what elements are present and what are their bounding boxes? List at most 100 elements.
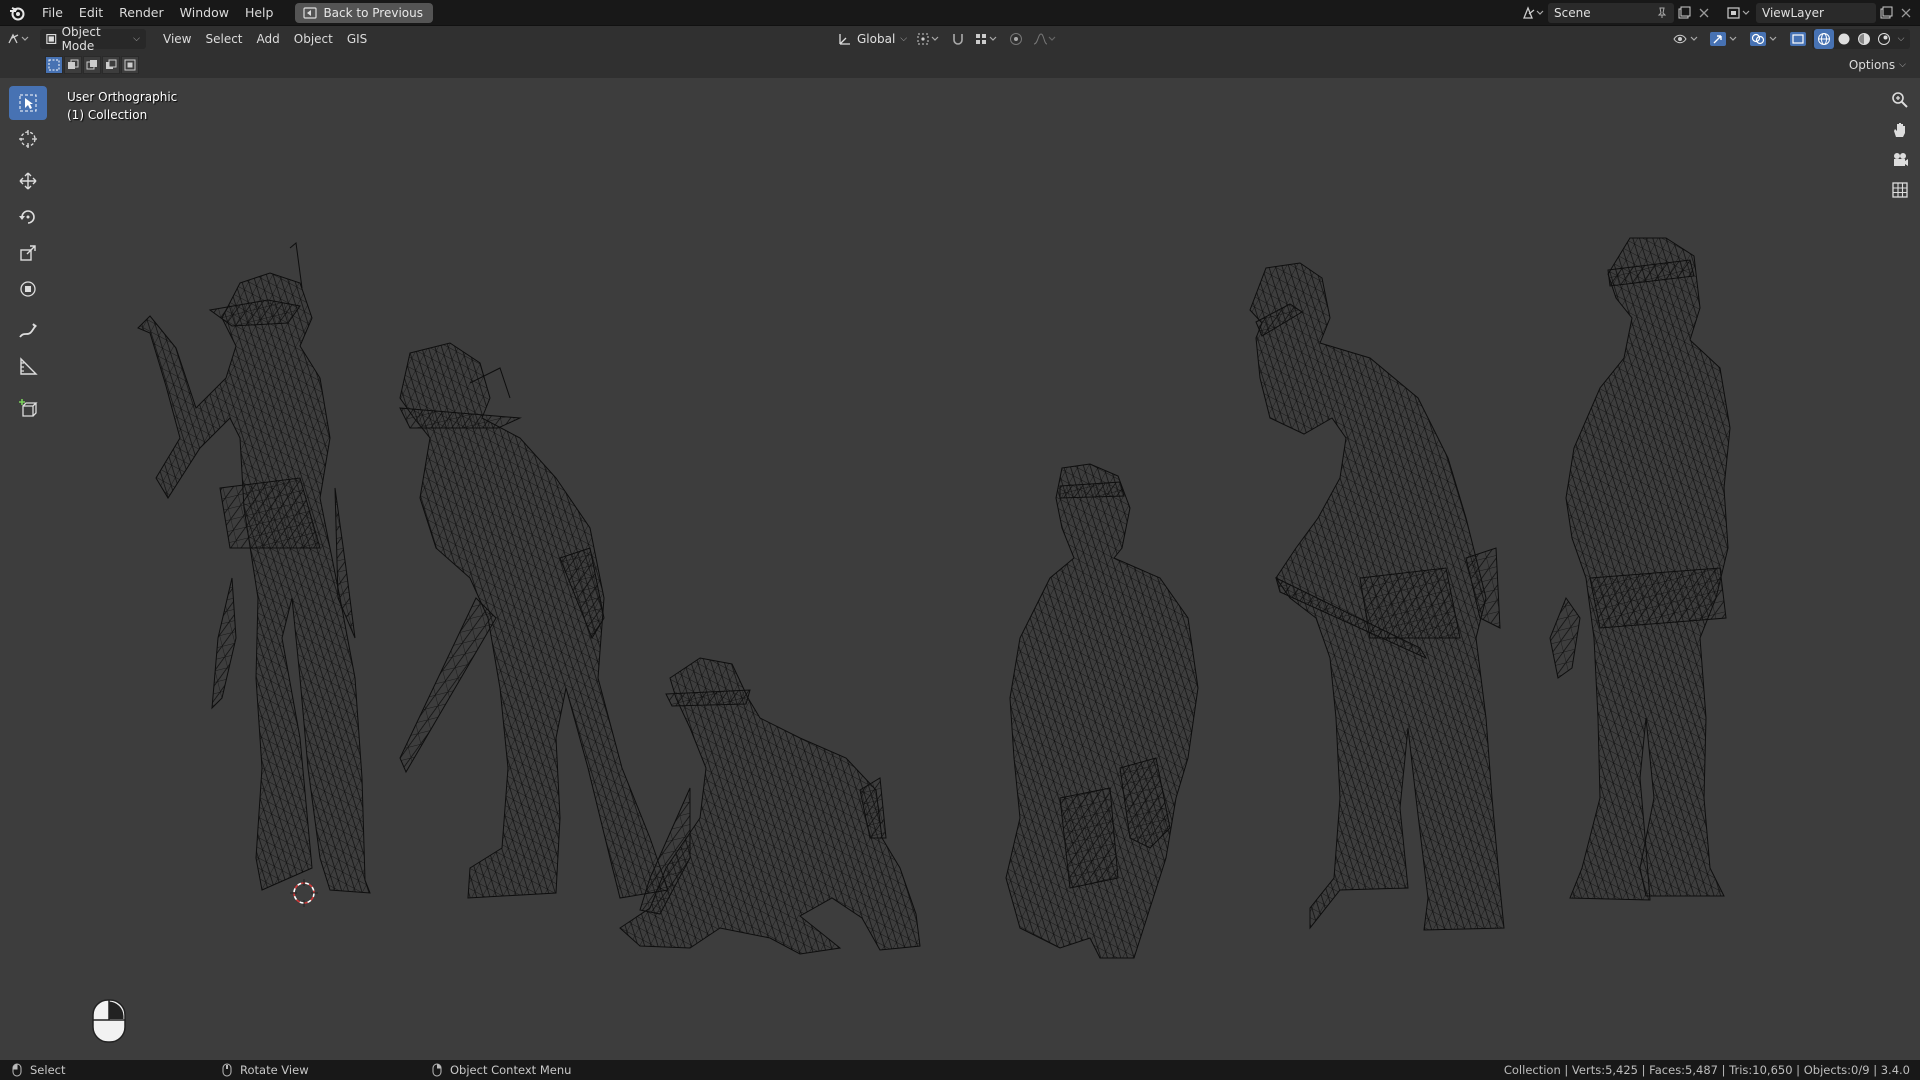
view-layer-type-icon[interactable] <box>1722 3 1756 23</box>
snap-increment-icon[interactable] <box>972 29 1002 49</box>
wireframe-figure-2[interactable] <box>399 342 669 899</box>
object-mode-dropdown[interactable]: Object Mode ⌵ <box>40 25 146 53</box>
mouse-right-icon <box>432 1063 442 1077</box>
wireframe-figure-3[interactable] <box>619 657 921 955</box>
mouse-left-icon <box>12 1063 22 1077</box>
menu-render[interactable]: Render <box>111 2 172 24</box>
solid-shading-icon[interactable] <box>1834 29 1854 49</box>
new-view-layer-icon[interactable] <box>1876 3 1896 23</box>
scale-tool-icon[interactable] <box>9 236 47 270</box>
chevron-down-icon: ⌵ <box>1899 60 1906 70</box>
select-intersect-icon[interactable] <box>121 56 139 74</box>
annotate-tool-icon[interactable] <box>9 314 47 348</box>
scene-selector-area: Scene ViewLayer <box>1518 0 1920 26</box>
measure-tool-icon[interactable] <box>9 350 47 384</box>
menu-window[interactable]: Window <box>172 2 237 24</box>
object-mode-label: Object Mode <box>61 25 101 53</box>
view-layer-field[interactable]: ViewLayer <box>1756 3 1876 23</box>
pin-icon[interactable] <box>1656 7 1668 19</box>
transform-tool-icon[interactable] <box>9 272 47 306</box>
select-mode-group <box>45 56 139 74</box>
proportional-edit-icon[interactable] <box>1006 29 1026 49</box>
options-dropdown[interactable]: Options ⌵ <box>1843 55 1912 75</box>
editor-type-icon[interactable] <box>0 29 40 49</box>
status-select-label: Select <box>30 1063 66 1077</box>
pan-view-hand-icon[interactable] <box>1888 118 1912 142</box>
scene-type-icon[interactable] <box>1518 3 1548 23</box>
overlays-toggle-icon[interactable] <box>1746 29 1784 49</box>
header-menu-add[interactable]: Add <box>250 28 287 50</box>
wireframe-figure-5[interactable] <box>1249 262 1505 931</box>
status-rotate-label: Rotate View <box>240 1063 309 1077</box>
object-mode-icon <box>46 34 57 44</box>
scene-name-field[interactable]: Scene <box>1548 3 1674 23</box>
select-subtract-icon[interactable] <box>83 56 101 74</box>
delete-view-layer-icon[interactable] <box>1896 3 1916 23</box>
top-menu-bar: File Edit Render Window Help Back to Pre… <box>0 0 1920 26</box>
wireframe-shading-icon[interactable] <box>1814 29 1834 49</box>
shading-options-chevron-icon[interactable]: ⌵ <box>1894 29 1908 49</box>
menu-edit[interactable]: Edit <box>71 2 111 24</box>
back-screen-icon <box>303 6 318 19</box>
wireframe-figures <box>137 237 1731 959</box>
header-menu-select[interactable]: Select <box>198 28 249 50</box>
wireframe-figure-6[interactable] <box>1549 237 1731 901</box>
orientation-axes-icon <box>839 34 850 45</box>
select-new-icon[interactable] <box>45 56 63 74</box>
chevron-down-icon: ⌵ <box>133 34 140 44</box>
gizmo-toggle-icon[interactable] <box>1706 29 1744 49</box>
3d-cursor-icon[interactable] <box>290 879 318 907</box>
add-cube-tool-icon[interactable] <box>9 392 47 426</box>
orientation-label: Global <box>857 32 896 46</box>
scene-statistics: Collection | Verts:5,425 | Faces:5,487 |… <box>1503 1063 1910 1077</box>
new-scene-icon[interactable] <box>1674 3 1694 23</box>
view-name: User Orthographic <box>67 90 178 104</box>
status-bar: Select Rotate View Object Context Menu C… <box>0 1060 1920 1080</box>
mouse-button-indicator-icon <box>91 998 127 1047</box>
pivot-point-icon[interactable] <box>914 29 944 49</box>
shading-mode-group: ⌵ <box>1812 29 1910 49</box>
xray-toggle-icon[interactable] <box>1786 29 1810 49</box>
rendered-shading-icon[interactable] <box>1874 29 1894 49</box>
menu-help[interactable]: Help <box>237 2 282 24</box>
active-collection: (1) Collection <box>67 108 148 122</box>
chevron-down-icon: ⌵ <box>900 34 908 44</box>
navigation-buttons <box>1888 88 1912 202</box>
options-label: Options <box>1848 58 1896 72</box>
viewport-display-controls: ⌵ <box>1670 29 1910 49</box>
selectability-visibility-icon[interactable] <box>1670 29 1704 49</box>
transform-orientation-dropdown[interactable]: Global ⌵ <box>836 29 910 49</box>
snap-toggle-icon[interactable] <box>948 29 968 49</box>
delete-scene-icon[interactable] <box>1694 3 1714 23</box>
rotate-tool-icon[interactable] <box>9 200 47 234</box>
header-menu-view[interactable]: View <box>156 28 198 50</box>
select-invert-icon[interactable] <box>102 56 120 74</box>
tool-settings-bar: Options ⌵ <box>0 52 1920 78</box>
header-menu-gis[interactable]: GIS <box>340 28 374 50</box>
cursor-tool-icon[interactable] <box>9 122 47 156</box>
zoom-view-icon[interactable] <box>1888 88 1912 112</box>
back-to-previous-button[interactable]: Back to Previous <box>295 2 433 23</box>
wireframe-figure-1[interactable] <box>137 242 371 894</box>
camera-view-icon[interactable] <box>1888 148 1912 172</box>
header-menu-object[interactable]: Object <box>287 28 340 50</box>
proportional-falloff-icon[interactable] <box>1030 29 1060 49</box>
scene-name: Scene <box>1554 6 1591 20</box>
status-rotate-hint: Rotate View <box>222 1063 432 1077</box>
viewport-info-overlay: User Orthographic (1) Collection <box>67 88 177 124</box>
blender-logo-icon[interactable] <box>0 5 34 21</box>
orthographic-grid-icon[interactable] <box>1888 178 1912 202</box>
back-button-label: Back to Previous <box>323 5 423 20</box>
view-layer-name: ViewLayer <box>1762 6 1824 20</box>
select-box-tool-icon[interactable] <box>9 86 47 120</box>
move-tool-icon[interactable] <box>9 164 47 198</box>
status-select-hint: Select <box>12 1063 222 1077</box>
3d-viewport[interactable]: User Orthographic (1) Collection <box>0 78 1920 1060</box>
status-context-label: Object Context Menu <box>450 1063 572 1077</box>
material-preview-shading-icon[interactable] <box>1854 29 1874 49</box>
tool-shelf <box>8 86 48 428</box>
mouse-middle-icon <box>222 1063 232 1077</box>
menu-file[interactable]: File <box>34 2 71 24</box>
wireframe-figure-4[interactable] <box>1005 463 1199 959</box>
select-extend-icon[interactable] <box>64 56 82 74</box>
